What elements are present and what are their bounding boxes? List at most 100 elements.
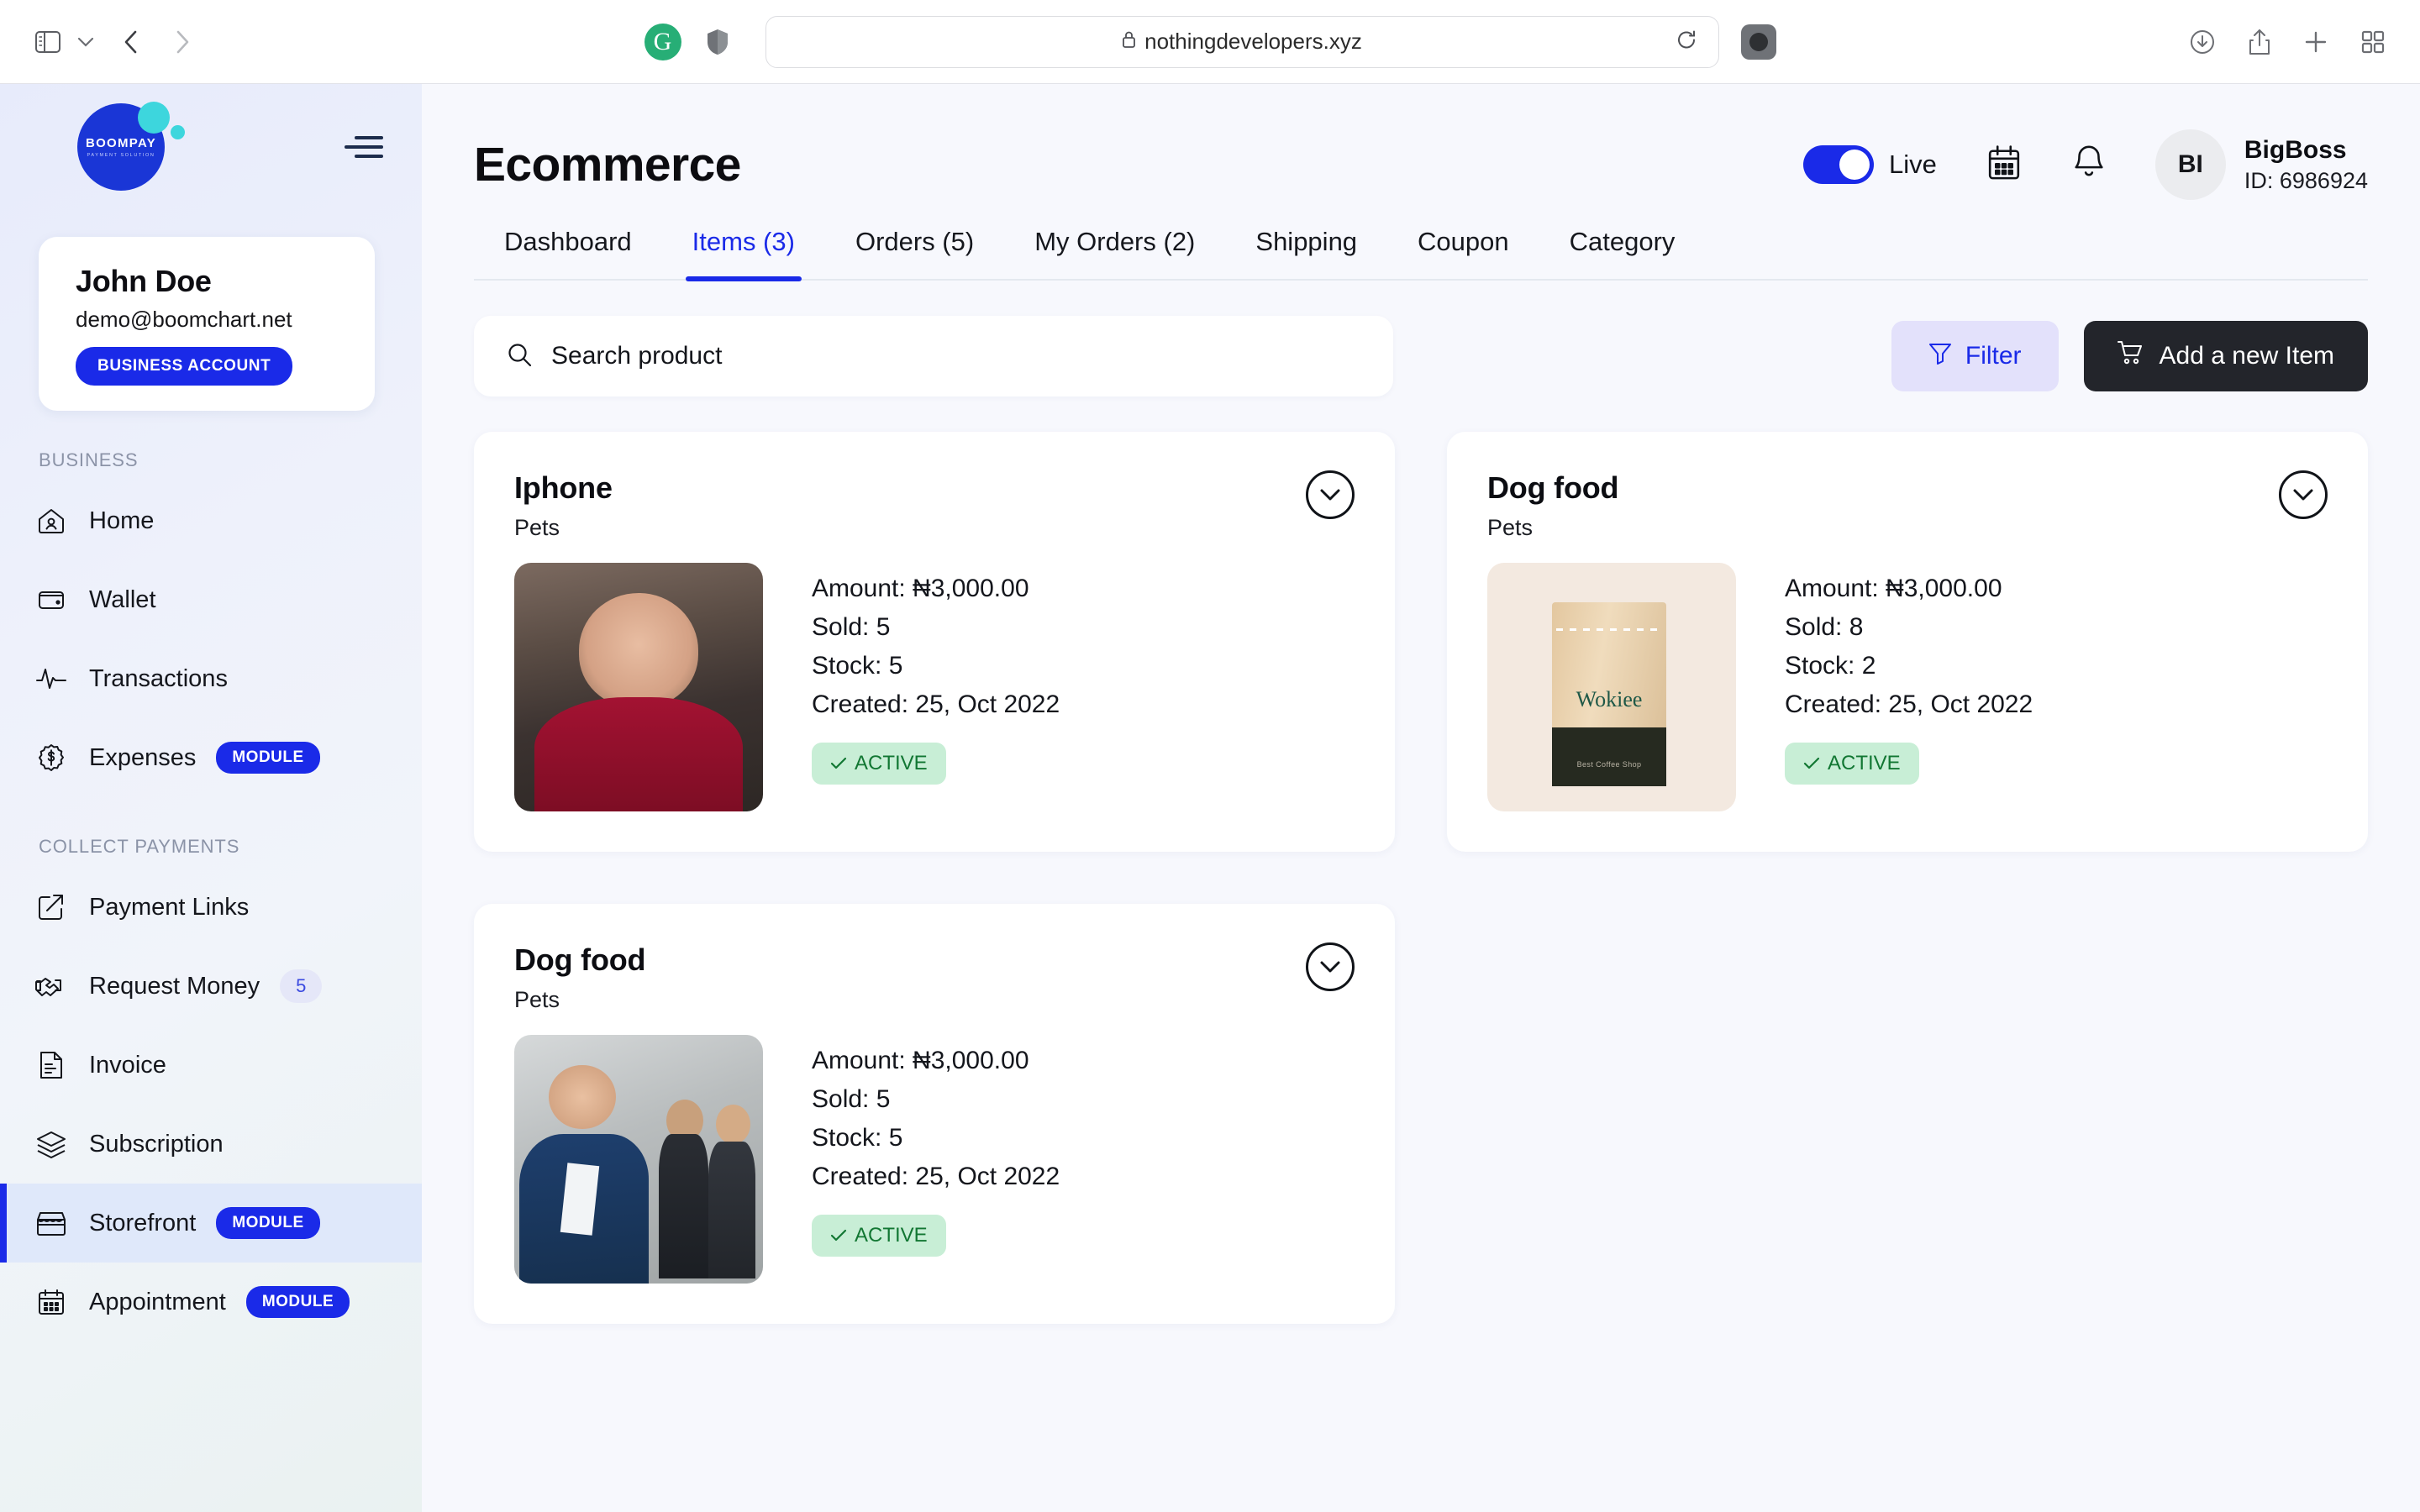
sidebar-item-label: Subscription (89, 1130, 224, 1158)
product-grid: Iphone Pets Amount: ₦3,000.00 Sold: 5 St… (474, 432, 2368, 1324)
sidebar: BOOMPAY PAYMENT SOLUTION John Doe demo@b… (0, 84, 422, 1512)
live-toggle[interactable] (1803, 145, 1874, 184)
sidebar-item-expenses[interactable]: Expenses MODULE (0, 718, 422, 797)
items-toolbar: Filter Add a new Item (474, 316, 2368, 396)
product-title: Iphone (514, 470, 613, 505)
sidebar-item-transactions[interactable]: Transactions (0, 639, 422, 718)
funnel-icon (1928, 341, 1952, 371)
invoice-icon (34, 1047, 69, 1083)
tab-my-orders[interactable]: My Orders (2) (1004, 227, 1225, 279)
back-arrow-icon[interactable] (104, 25, 156, 59)
status-badge: ACTIVE (812, 1214, 946, 1257)
chevron-down-icon[interactable] (67, 26, 104, 58)
check-icon (1803, 757, 1820, 769)
product-category: Pets (1487, 515, 1534, 540)
product-sold: Sold: 5 (812, 1084, 891, 1113)
product-category: Pets (514, 987, 560, 1012)
sidebar-item-label: Wallet (89, 585, 156, 613)
tab-coupon[interactable]: Coupon (1387, 227, 1539, 279)
search-input[interactable] (551, 342, 1393, 370)
profile-email: demo@boomchart.net (76, 307, 292, 332)
calendar-icon[interactable] (1986, 144, 2023, 186)
sidebar-toggle-icon[interactable] (29, 26, 67, 58)
sidebar-item-wallet[interactable]: Wallet (0, 560, 422, 639)
sidebar-item-payment-links[interactable]: Payment Links (0, 868, 422, 947)
sidebar-item-appointment[interactable]: Appointment MODULE (0, 1263, 422, 1341)
module-badge: MODULE (245, 1286, 350, 1318)
boompay-logo[interactable]: BOOMPAY PAYMENT SOLUTION (77, 102, 185, 191)
filter-button[interactable]: Filter (1891, 321, 2059, 391)
sidebar-section-collect-payments: COLLECT PAYMENTS (39, 836, 240, 857)
sidebar-item-invoice[interactable]: Invoice (0, 1026, 422, 1105)
product-title: Dog food (514, 942, 646, 977)
sidebar-item-request-money[interactable]: Request Money 5 (0, 947, 422, 1026)
product-card[interactable]: Dog food Pets Amount: ₦3,000.00 Sold: 5 … (474, 904, 1395, 1324)
url-text: nothingdevelopers.xyz (1144, 29, 1362, 54)
chevron-down-circle-icon[interactable] (2279, 470, 2328, 519)
tab-overview-icon[interactable] (2361, 30, 2385, 54)
sidebar-item-label: Transactions (89, 664, 228, 692)
module-badge: MODULE (216, 1207, 320, 1239)
product-amount: Amount: ₦3,000.00 (1785, 575, 2002, 602)
tab-shipping[interactable]: Shipping (1225, 227, 1387, 279)
lock-icon (1122, 30, 1136, 53)
chevron-down-circle-icon[interactable] (1306, 470, 1355, 519)
product-amount: Amount: ₦3,000.00 (812, 1047, 1029, 1074)
share-icon[interactable] (2249, 29, 2270, 55)
business-account-badge[interactable]: BUSINESS ACCOUNT (76, 347, 293, 386)
product-created: Created: 25, Oct 2022 (812, 690, 1060, 718)
product-card[interactable]: Dog food Pets Wokiee Best Coffee Shop Am… (1447, 432, 2368, 852)
product-thumbnail (514, 1035, 763, 1284)
tab-dashboard[interactable]: Dashboard (474, 227, 662, 279)
privacy-report-icon[interactable] (1740, 24, 1776, 60)
status-badge: ACTIVE (812, 742, 946, 785)
logo-bubble-small-icon (171, 125, 185, 139)
layers-icon (34, 1126, 69, 1162)
product-stock: Stock: 2 (1785, 651, 1876, 680)
product-card-body: Amount: ₦3,000.00 Sold: 5 Stock: 5 Creat… (514, 1035, 1355, 1284)
thumb-brand-text: Wokiee (1576, 687, 1643, 712)
check-icon (830, 1229, 847, 1241)
search-box[interactable] (474, 316, 1393, 396)
tab-orders[interactable]: Orders (5) (825, 227, 1004, 279)
forward-arrow-icon[interactable] (156, 25, 208, 59)
shield-icon[interactable] (707, 29, 729, 55)
avatar[interactable]: BI (2154, 129, 2226, 200)
product-card[interactable]: Iphone Pets Amount: ₦3,000.00 Sold: 5 St… (474, 432, 1395, 852)
toggle-knob (1839, 150, 1870, 180)
reload-icon[interactable] (1676, 29, 1697, 55)
page-title: Ecommerce (474, 138, 741, 192)
tab-items[interactable]: Items (3) (662, 227, 825, 281)
plus-icon[interactable] (2304, 30, 2328, 54)
sidebar-item-home[interactable]: Home (0, 481, 422, 560)
download-icon[interactable] (2190, 29, 2215, 55)
sidebar-item-storefront[interactable]: Storefront MODULE (0, 1184, 422, 1263)
browser-toolbar: G nothingdevelopers.xyz (0, 0, 2420, 84)
live-toggle-group: Live (1803, 145, 1937, 184)
sidebar-item-subscription[interactable]: Subscription (0, 1105, 422, 1184)
address-bar[interactable]: nothingdevelopers.xyz (765, 15, 1719, 68)
product-details: Amount: ₦3,000.00 Sold: 8 Stock: 2 Creat… (1785, 563, 2033, 811)
status-badge: ACTIVE (1785, 742, 1919, 785)
product-details: Amount: ₦3,000.00 Sold: 5 Stock: 5 Creat… (812, 563, 1060, 811)
product-amount: Amount: ₦3,000.00 (812, 575, 1029, 602)
filter-label: Filter (1965, 342, 2022, 370)
page-header: Ecommerce Live BI BigBoss ID: 6986924 (474, 84, 2368, 210)
dollar-badge-icon (34, 740, 69, 775)
hamburger-icon[interactable] (343, 136, 383, 158)
header-actions: Live BI BigBoss ID: 6986924 (1803, 129, 2368, 200)
status-label: ACTIVE (855, 751, 928, 774)
product-created: Created: 25, Oct 2022 (812, 1162, 1060, 1190)
logo-name: BOOMPAY (85, 136, 157, 150)
check-icon (830, 757, 847, 769)
add-new-item-button[interactable]: Add a new Item (2083, 321, 2368, 391)
grammarly-icon[interactable]: G (644, 23, 681, 60)
tab-category[interactable]: Category (1539, 227, 1706, 279)
product-details: Amount: ₦3,000.00 Sold: 5 Stock: 5 Creat… (812, 1035, 1060, 1284)
status-label: ACTIVE (1828, 751, 1901, 774)
sidebar-item-label: Storefront (89, 1209, 197, 1236)
search-icon (506, 341, 533, 372)
storefront-icon (34, 1205, 69, 1241)
chevron-down-circle-icon[interactable] (1306, 942, 1355, 991)
bell-icon[interactable] (2071, 144, 2107, 186)
